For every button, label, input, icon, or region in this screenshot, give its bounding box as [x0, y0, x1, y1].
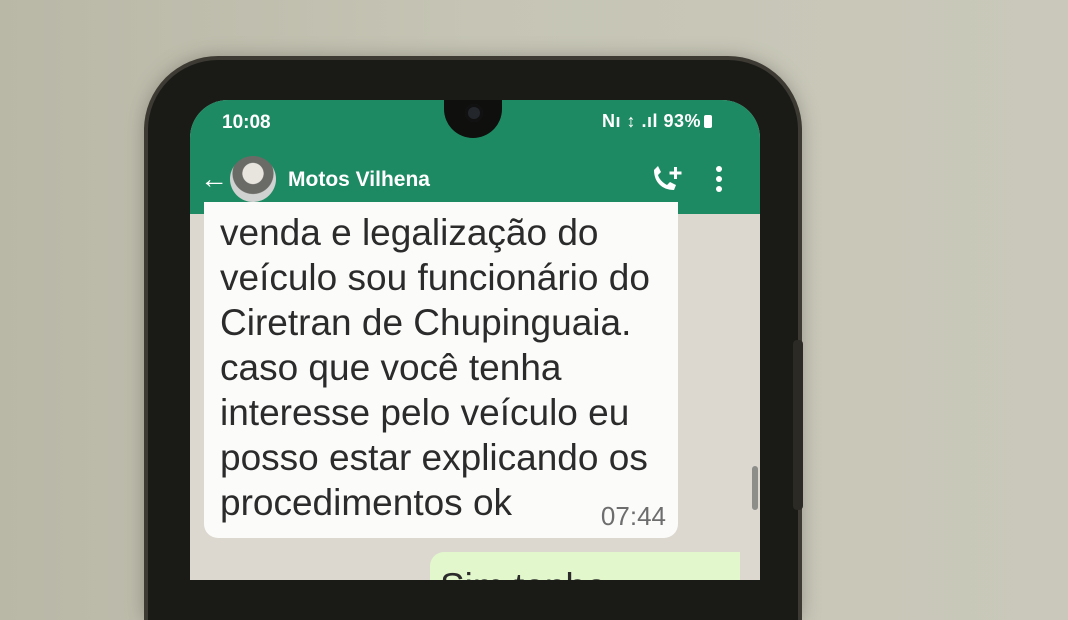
phone-screen: 10:08 Nı ↕ .ıl 93% ← Motos Vilhena venda…	[190, 100, 760, 580]
front-camera	[465, 104, 483, 122]
back-arrow-icon[interactable]: ←	[200, 164, 228, 194]
status-indicators-text: Nı ↕ .ıl 93%	[602, 111, 702, 131]
incoming-message-bubble[interactable]: venda e legalização do veículo sou funci…	[204, 202, 678, 538]
scrollbar-handle[interactable]	[752, 466, 758, 510]
message-text: venda e legalização do veículo sou funci…	[220, 212, 650, 523]
contact-name[interactable]: Motos Vilhena	[288, 168, 430, 192]
add-call-icon[interactable]	[650, 164, 684, 194]
outgoing-message-bubble[interactable]: Sim tenho	[430, 552, 740, 580]
battery-icon	[704, 115, 713, 128]
more-vertical-icon[interactable]	[714, 164, 724, 194]
message-timestamp: 07:44	[600, 501, 666, 531]
avatar[interactable]	[230, 156, 276, 202]
chat-app-bar: 10:08 Nı ↕ .ıl 93% ← Motos Vilhena	[190, 100, 760, 214]
phone-side-button	[793, 340, 803, 510]
outgoing-message-text: Sim tenho	[440, 566, 607, 580]
status-time: 10:08	[222, 112, 271, 133]
camera-notch	[444, 100, 502, 138]
status-indicators: Nı ↕ .ıl 93%	[602, 111, 713, 132]
